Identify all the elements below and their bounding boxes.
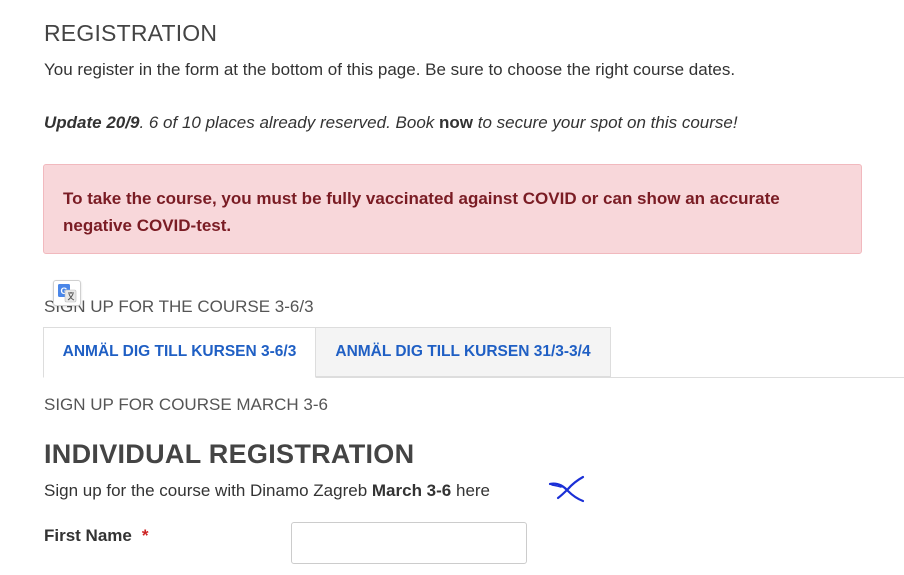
update-notice: Update 20/9. 6 of 10 places already rese… <box>44 113 738 133</box>
form-desc-after: here <box>451 481 491 500</box>
page-title: REGISTRATION <box>44 20 218 46</box>
update-text-before: . 6 of 10 places already reserved. Book <box>139 113 439 132</box>
registration-page: REGISTRATION You register in the form at… <box>0 0 904 575</box>
update-emphasis: now <box>439 113 473 132</box>
required-asterisk: * <box>141 526 149 545</box>
handwritten-x-mark-icon <box>548 475 585 503</box>
form-description: Sign up for the course with Dinamo Zagre… <box>44 481 490 501</box>
update-lead: Update 20/9 <box>44 113 140 132</box>
course-heading: SIGN UP FOR COURSE MARCH 3-6 <box>44 395 329 414</box>
first-name-label: First Name * <box>44 526 149 546</box>
translate-glyph-icon: G <box>58 284 77 303</box>
intro-text: You register in the form at the bottom o… <box>44 60 736 79</box>
signup-heading: SIGN UP FOR THE COURSE 3-6/3 <box>44 297 314 316</box>
form-title: INDIVIDUAL REGISTRATION <box>44 439 415 469</box>
course-date-tabs: ANMÄL DIG TILL KURSEN 3-6/3 ANMÄL DIG TI… <box>43 327 904 378</box>
update-text-after: to secure your spot on this course! <box>473 113 738 132</box>
form-desc-before: Sign up for the course with Dinamo Zagre… <box>44 481 372 500</box>
covid-alert: To take the course, you must be fully va… <box>43 164 862 254</box>
first-name-input[interactable] <box>291 522 527 564</box>
tab-course-3-6-3[interactable]: ANMÄL DIG TILL KURSEN 3-6/3 <box>43 327 316 378</box>
first-name-label-text: First Name <box>44 526 132 545</box>
form-desc-dates: March 3-6 <box>371 481 452 500</box>
tab-course-31-3-3-4[interactable]: ANMÄL DIG TILL KURSEN 31/3-3/4 <box>316 327 611 377</box>
google-translate-icon[interactable]: G <box>53 280 81 306</box>
